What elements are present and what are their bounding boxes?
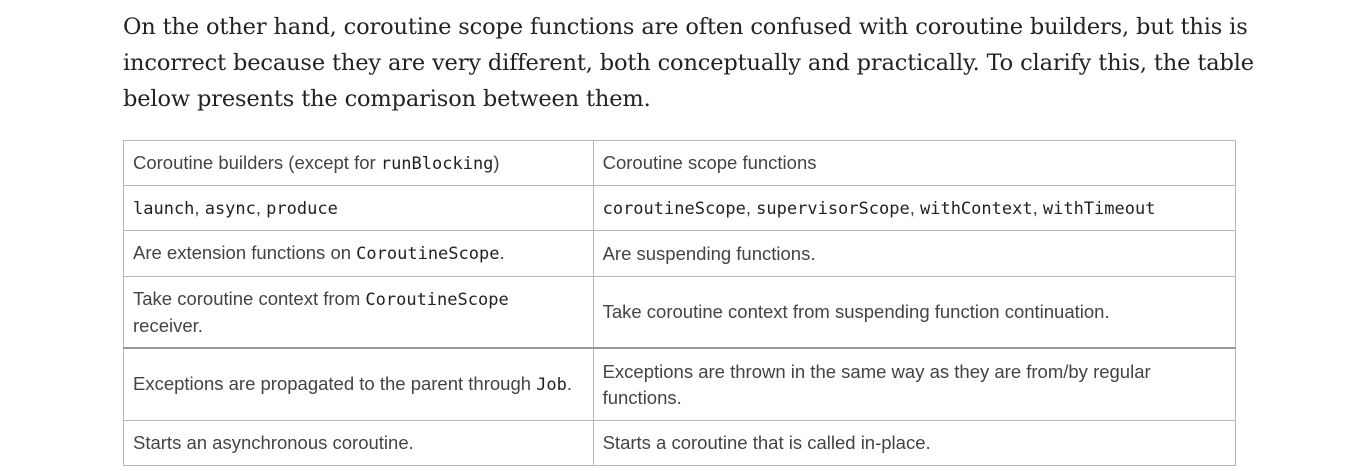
table-row: Exceptions are propagated to the parent …: [123, 347, 1237, 421]
run-blocking-code: runBlocking: [380, 153, 494, 174]
row5-left: Starts an asynchronous coroutine.: [123, 420, 594, 466]
header-coroutine-builders: Coroutine builders (except for runBlocki…: [123, 140, 594, 186]
table-row: Take coroutine context from CoroutineSco…: [123, 276, 1237, 349]
article-content: On the other hand, coroutine scope funct…: [123, 0, 1263, 466]
table-row: launch, async, produce coroutineScope, s…: [123, 185, 1237, 231]
row2-right: Are suspending functions.: [592, 230, 1237, 277]
row4-right: Exceptions are thrown in the same way as…: [592, 347, 1237, 421]
header-coroutine-scope-functions: Coroutine scope functions: [592, 140, 1237, 186]
row4-left: Exceptions are propagated to the parent …: [123, 347, 594, 421]
table-header-row: Coroutine builders (except for runBlocki…: [123, 140, 1237, 186]
row1-left: launch, async, produce: [123, 185, 594, 231]
table-row: Are extension functions on CoroutineScop…: [123, 230, 1237, 277]
intro-paragraph: On the other hand, coroutine scope funct…: [123, 14, 1254, 112]
row3-right: Take coroutine context from suspending f…: [592, 276, 1237, 349]
row1-right: coroutineScope, supervisorScope, withCon…: [592, 185, 1237, 231]
table-row: Starts an asynchronous coroutine. Starts…: [123, 420, 1237, 466]
comparison-table: Coroutine builders (except for runBlocki…: [123, 140, 1237, 466]
row3-left: Take coroutine context from CoroutineSco…: [123, 276, 594, 349]
row5-right: Starts a coroutine that is called in-pla…: [592, 420, 1237, 466]
row2-left: Are extension functions on CoroutineScop…: [123, 230, 594, 277]
